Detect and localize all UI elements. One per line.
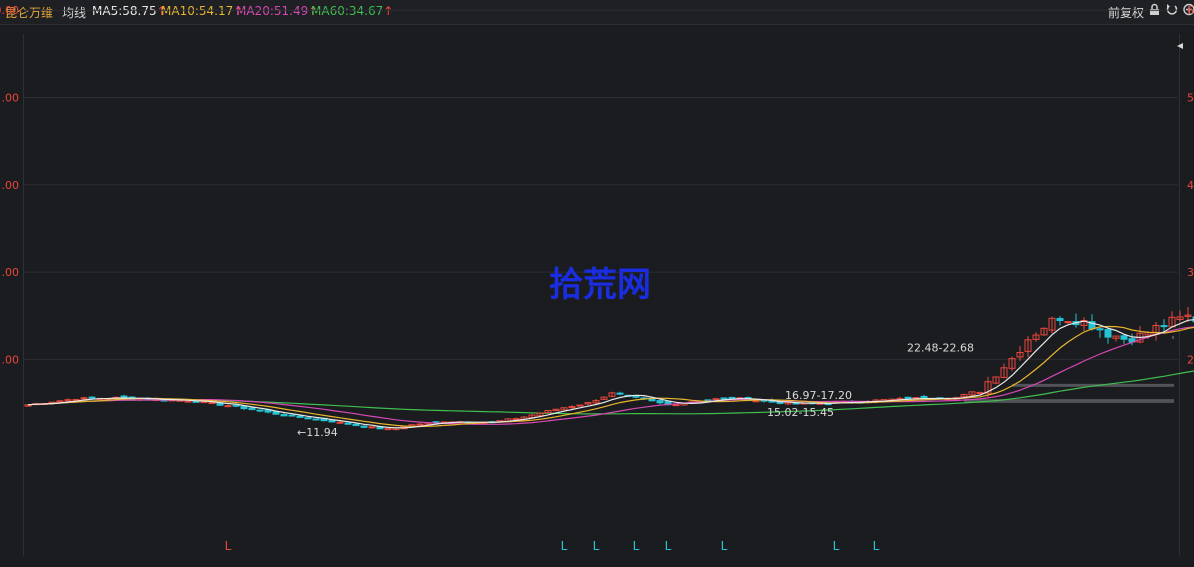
candle-body — [976, 392, 984, 395]
candle-body — [272, 411, 280, 415]
candles — [24, 306, 1194, 431]
candle-body — [224, 405, 232, 408]
y-tick-label-right: 2 — [1187, 353, 1194, 366]
event-marker: L — [721, 539, 728, 553]
candle-body — [280, 413, 288, 417]
y-tick-label: .00 — [2, 266, 20, 279]
candle-body — [616, 392, 624, 395]
event-marker: L — [833, 539, 840, 553]
annotations: 22.48-22.6816.97-17.2015.02-15.45←11.946… — [297, 43, 1183, 439]
left-axis-labels: .00 .00 .00 .00 0.00 — [0, 4, 19, 366]
candle-body — [672, 404, 680, 407]
candle-body — [720, 397, 728, 400]
event-marker: L — [561, 539, 568, 553]
y-tick-label: .00 — [2, 92, 20, 105]
candle-body — [352, 423, 360, 427]
kline-chart[interactable]: .00 .00 .00 .00 0.00 2 3 4 5 6 22.48-22.68 16.97-… — [0, 0, 1194, 567]
y-tick-label-right: 4 — [1187, 179, 1194, 192]
candle-body — [656, 400, 664, 404]
candle-body — [56, 400, 64, 403]
event-markers: LLLLLLLL财L榜 — [225, 539, 880, 553]
y-tick-label: .00 — [2, 179, 20, 192]
event-marker: L — [633, 539, 640, 553]
ma10-line — [27, 325, 1194, 428]
y-tick-label: .00 — [2, 353, 20, 366]
candle-body — [208, 402, 216, 405]
candle-body — [88, 396, 96, 399]
ma20-line — [27, 326, 1194, 425]
candle-body — [1056, 317, 1064, 322]
grid-lines — [24, 9, 1178, 360]
price-zone — [1172, 336, 1174, 340]
y-tick-label-right: 3 — [1187, 266, 1194, 279]
candle-body — [512, 418, 520, 421]
candle-body — [1064, 321, 1072, 324]
candle-body — [360, 425, 368, 428]
candle-body — [184, 400, 192, 403]
event-marker: L — [225, 539, 232, 553]
candle-body — [232, 404, 240, 407]
candle-body — [576, 404, 584, 407]
candle-body — [1096, 328, 1104, 331]
ma-lines — [27, 319, 1194, 429]
candle-body — [304, 417, 312, 420]
candle-body — [120, 395, 128, 398]
candle-body — [344, 422, 352, 425]
event-marker: L — [593, 539, 600, 553]
candle-body — [256, 409, 264, 412]
candle-body — [384, 428, 392, 431]
y-tick-label: 0.00 — [0, 4, 19, 17]
zone-label: 16.97-17.20 — [785, 389, 852, 402]
candle-body — [312, 418, 320, 421]
y-tick-label-right: 5 — [1187, 92, 1194, 105]
candle-body — [632, 395, 640, 398]
candle-body — [1120, 335, 1128, 340]
candle-body — [416, 423, 424, 426]
current-price-pointer — [1177, 43, 1183, 49]
candle-body — [712, 398, 720, 401]
candle-body — [752, 400, 760, 403]
event-marker: L — [873, 539, 880, 553]
candle-body — [296, 415, 304, 418]
ma5-line — [27, 319, 1194, 429]
y-tick-label-right: 6 — [1187, 4, 1194, 17]
candle-body — [328, 419, 336, 423]
candle-body — [1104, 329, 1112, 338]
candle-body — [240, 405, 248, 410]
low-price-label: ←11.94 — [297, 426, 338, 439]
zone-label: 15.02-15.45 — [767, 406, 834, 419]
candle-body — [568, 406, 576, 409]
candle-body — [288, 414, 296, 417]
zone-label: 22.48-22.68 — [907, 342, 974, 355]
candle-body — [368, 426, 376, 429]
candle-body — [336, 421, 344, 424]
candle-body — [1160, 325, 1168, 328]
event-marker: L — [665, 539, 672, 553]
candle-body — [80, 397, 88, 400]
candle-body — [728, 396, 736, 399]
candle-body — [248, 407, 256, 411]
watermark: 拾荒网 — [549, 265, 651, 305]
